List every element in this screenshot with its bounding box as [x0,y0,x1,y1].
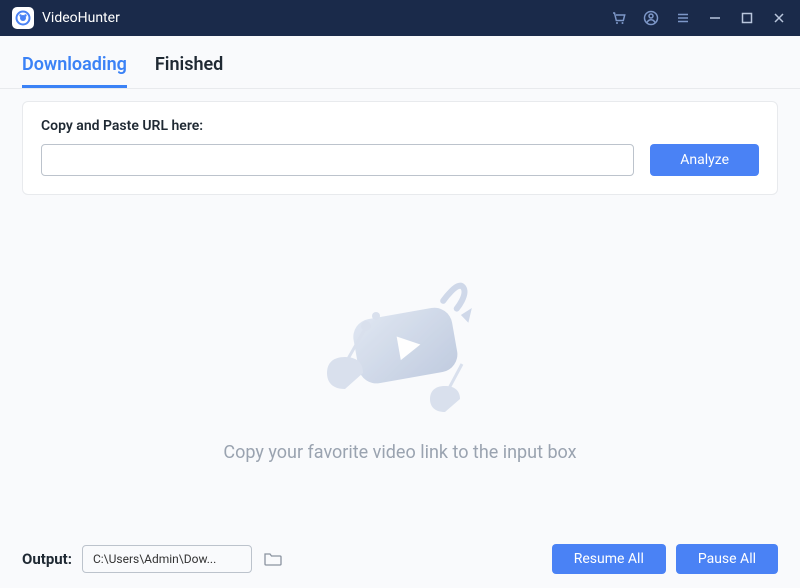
maximize-icon[interactable] [738,9,756,27]
tab-downloading[interactable]: Downloading [22,54,127,88]
analyze-button[interactable]: Analyze [650,144,759,176]
titlebar-left: VideoHunter [12,7,120,29]
user-icon[interactable] [642,9,660,27]
empty-state: Copy your favorite video link to the inp… [0,195,800,532]
app-logo [12,7,34,29]
app-title: VideoHunter [42,10,120,26]
tabs-row: Downloading Finished [0,36,800,89]
cart-icon[interactable] [610,9,628,27]
resume-all-button[interactable]: Resume All [552,544,666,574]
output-path[interactable]: C:\Users\Admin\Dow... [82,545,252,573]
menu-icon[interactable] [674,9,692,27]
tab-finished[interactable]: Finished [155,54,223,88]
pause-all-button[interactable]: Pause All [676,544,778,574]
url-label: Copy and Paste URL here: [41,118,759,134]
titlebar-right [610,9,788,27]
titlebar: VideoHunter [0,0,800,36]
empty-illustration-icon [290,264,510,424]
output-label: Output: [22,550,72,568]
bottom-bar: Output: C:\Users\Admin\Dow... Resume All… [0,532,800,588]
url-input[interactable] [41,144,634,176]
content: Downloading Finished Copy and Paste URL … [0,36,800,588]
empty-text: Copy your favorite video link to the inp… [223,442,576,463]
url-row: Analyze [41,144,759,176]
close-icon[interactable] [770,9,788,27]
minimize-icon[interactable] [706,9,724,27]
folder-icon[interactable] [262,548,284,570]
url-card: Copy and Paste URL here: Analyze [22,101,778,195]
